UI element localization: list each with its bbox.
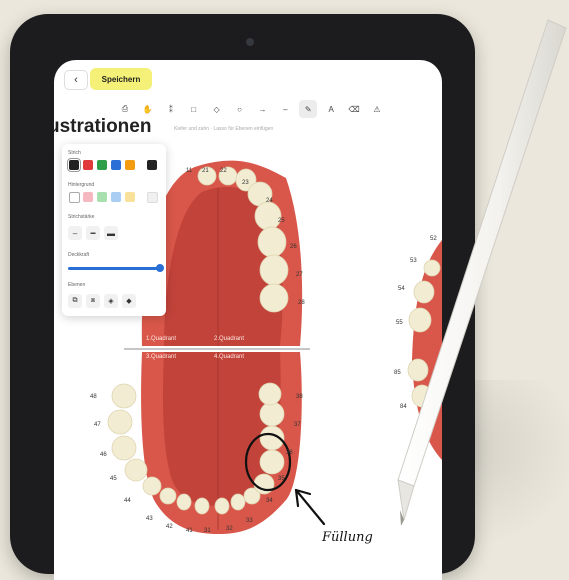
stylus-pencil [397, 19, 567, 526]
